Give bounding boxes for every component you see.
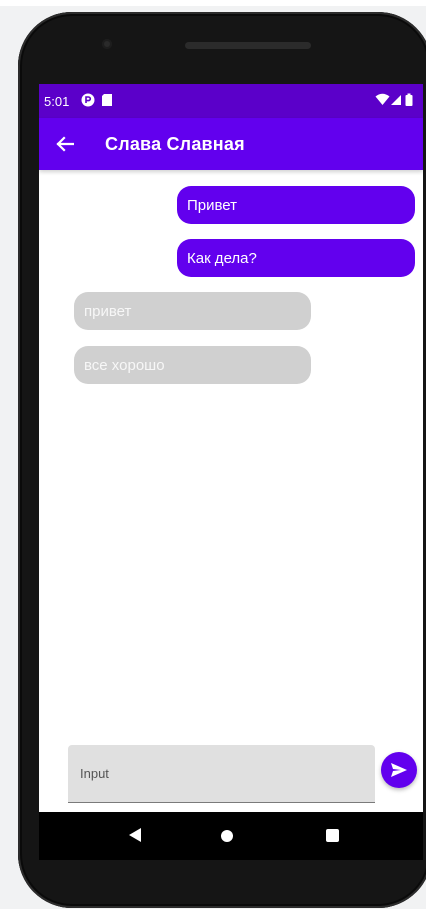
battery-icon	[405, 93, 413, 110]
notification-p-icon	[81, 93, 95, 110]
back-triangle-icon[interactable]	[129, 828, 141, 842]
signal-icon	[390, 93, 402, 110]
app-bar: Слава Славная	[39, 118, 423, 170]
overview-square-icon[interactable]	[326, 829, 339, 842]
phone-frame: 5:01 Слава Славная Привет Как дела? прив…	[18, 12, 426, 908]
incoming-message: привет	[74, 292, 311, 330]
chat-title: Слава Славная	[105, 134, 245, 154]
emulator-stage: 5:01 Слава Славная Привет Как дела? прив…	[0, 0, 426, 909]
earpiece-speaker	[185, 42, 311, 49]
wifi-icon	[375, 93, 390, 110]
arrow-back-icon[interactable]	[53, 132, 77, 156]
outgoing-message: Привет	[177, 186, 415, 224]
outgoing-message: Как дела?	[177, 239, 415, 277]
sd-card-icon	[101, 93, 113, 110]
system-navigation-bar	[39, 812, 423, 860]
status-time: 5:01	[44, 94, 70, 109]
incoming-message: все хорошо	[74, 346, 311, 384]
message-list[interactable]: Привет Как дела? привет все хорошо	[39, 170, 423, 730]
front-camera	[102, 39, 112, 49]
message-input[interactable]	[68, 745, 375, 803]
status-bar: 5:01	[39, 84, 423, 118]
send-icon[interactable]	[381, 752, 417, 788]
home-circle-icon[interactable]	[221, 830, 233, 842]
app-screen: 5:01 Слава Славная Привет Как дела? прив…	[39, 84, 423, 812]
message-composer	[39, 740, 423, 812]
